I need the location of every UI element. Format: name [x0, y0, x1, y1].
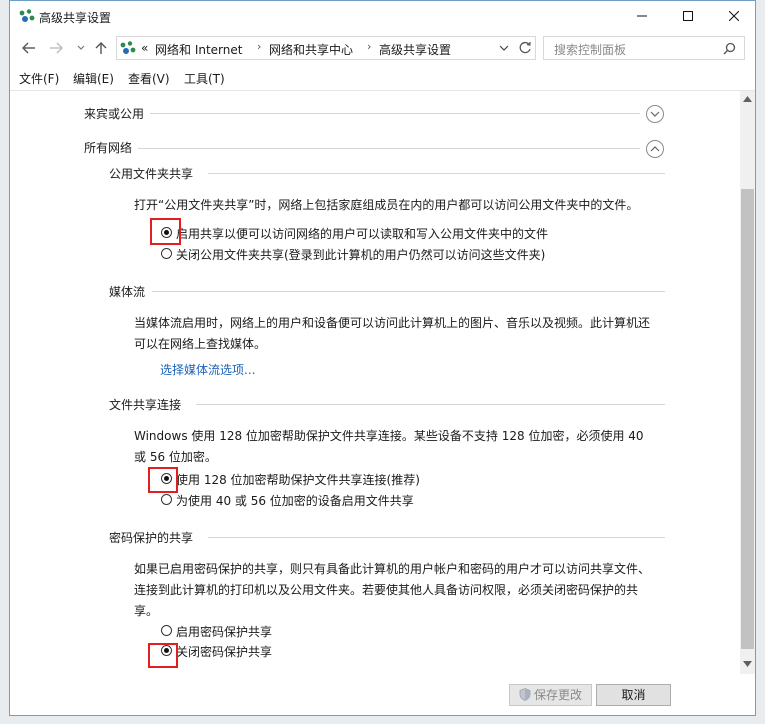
address-bar[interactable]: « 网络和 Internet › 网络和共享中心 › 高级共享设置 — [116, 36, 536, 60]
breadcrumb-separator-icon[interactable]: › — [367, 40, 371, 53]
radio-unselected-icon[interactable] — [161, 625, 172, 636]
file-sharing-connections-title: 文件共享连接 — [109, 398, 182, 412]
radio-label[interactable]: 关闭公用文件夹共享(登录到此计算机的用户仍然可以访问这些文件夹) — [176, 246, 545, 263]
search-placeholder: 搜索控制面板 — [554, 43, 627, 57]
settings-content: 来宾或公用 所有网络 公用文件夹共享 打开“公用文件夹共享”时，网络上包括家庭组… — [10, 90, 755, 715]
breadcrumb-network-internet[interactable]: 网络和 Internet — [155, 41, 242, 58]
divider — [208, 537, 665, 538]
chevron-up-icon — [650, 146, 660, 152]
close-icon — [729, 11, 739, 21]
scroll-up-arrow-icon[interactable] — [743, 96, 752, 102]
radio-selected-icon[interactable] — [161, 645, 172, 656]
menu-bar: 文件(F) 编辑(E) 查看(V) 工具(T) — [10, 67, 755, 89]
menu-tools[interactable]: 工具(T) — [184, 70, 225, 87]
back-arrow-icon[interactable] — [20, 39, 38, 57]
shield-icon — [519, 688, 531, 701]
password-sharing-description: 如果已启用密码保护的共享，则只有具备此计算机的用户帐户和密码的用户才可以访问共享… — [134, 562, 651, 618]
password-sharing-title: 密码保护的共享 — [109, 531, 194, 545]
public-folder-description: 打开“公用文件夹共享”时，网络上包括家庭组成员在内的用户都可以访问公用文件夹中的… — [134, 198, 639, 212]
history-dropdown-icon[interactable] — [72, 39, 90, 57]
menu-file[interactable]: 文件(F) — [19, 70, 59, 87]
section-guest-public-title: 来宾或公用 — [84, 107, 145, 121]
radio-label[interactable]: 为使用 40 或 56 位加密的设备启用文件共享 — [176, 492, 414, 509]
minimize-button[interactable] — [619, 1, 665, 31]
chevron-down-icon — [650, 111, 660, 117]
search-icon[interactable] — [723, 42, 736, 55]
up-arrow-icon[interactable] — [92, 39, 110, 57]
window-title: 高级共享设置 — [39, 11, 112, 25]
breadcrumb-network-sharing-center[interactable]: 网络和共享中心 — [269, 41, 353, 58]
section-all-networks-title: 所有网络 — [84, 141, 133, 155]
search-input[interactable]: 搜索控制面板 — [543, 36, 745, 60]
save-changes-button[interactable]: 保存更改 — [509, 684, 592, 706]
maximize-icon — [683, 11, 693, 21]
radio-unselected-icon[interactable] — [161, 248, 172, 259]
vertical-scrollbar[interactable] — [740, 91, 755, 674]
breadcrumb-overflow[interactable]: « — [141, 41, 148, 55]
divider — [196, 404, 665, 405]
breadcrumb-separator-icon[interactable]: › — [257, 40, 261, 53]
public-folder-sharing-title: 公用文件夹共享 — [109, 167, 194, 181]
refresh-icon[interactable] — [517, 40, 533, 56]
divider — [150, 113, 640, 114]
divider — [138, 148, 640, 149]
network-icon — [120, 41, 136, 54]
expand-guest-button[interactable] — [646, 105, 664, 123]
title-bar[interactable]: 高级共享设置 — [10, 1, 755, 31]
radio-label[interactable]: 启用密码保护共享 — [176, 623, 272, 640]
footer-buttons: 保存更改 取消 — [10, 675, 755, 715]
radio-unselected-icon[interactable] — [161, 494, 172, 505]
menu-edit[interactable]: 编辑(E) — [73, 70, 114, 87]
chevron-down-icon[interactable] — [499, 41, 509, 55]
radio-selected-icon[interactable] — [161, 227, 172, 238]
media-streaming-title: 媒体流 — [109, 285, 146, 299]
save-changes-label: 保存更改 — [533, 688, 582, 702]
radio-label[interactable]: 使用 128 位加密帮助保护文件共享连接(推荐) — [176, 471, 420, 488]
scrollbar-thumb[interactable] — [741, 189, 754, 649]
radio-selected-icon[interactable] — [161, 473, 172, 484]
menu-view[interactable]: 查看(V) — [128, 70, 170, 87]
divider — [208, 173, 665, 174]
maximize-button[interactable] — [665, 1, 711, 31]
collapse-all-networks-button[interactable] — [646, 140, 664, 158]
network-icon — [19, 9, 35, 22]
close-button[interactable] — [711, 1, 755, 31]
media-streaming-description: 当媒体流启用时，网络上的用户和设备便可以访问此计算机上的图片、音乐以及视频。此计… — [134, 316, 651, 351]
radio-label[interactable]: 关闭密码保护共享 — [176, 643, 272, 660]
divider — [152, 291, 665, 292]
file-sharing-description: Windows 使用 128 位加密帮助保护文件共享连接。某些设备不支持 128… — [134, 429, 644, 464]
navigation-bar: « 网络和 Internet › 网络和共享中心 › 高级共享设置 搜索控制面板 — [10, 34, 755, 62]
media-streaming-options-link[interactable]: 选择媒体流选项... — [160, 361, 255, 378]
cancel-button[interactable]: 取消 — [596, 684, 671, 706]
scroll-down-arrow-icon[interactable] — [743, 661, 752, 667]
forward-arrow-icon[interactable] — [47, 39, 65, 57]
radio-label[interactable]: 启用共享以便可以访问网络的用户可以读取和写入公用文件夹中的文件 — [176, 225, 548, 242]
window: 高级共享设置 « 网络和 Internet › 网络和共享中心 › 高级共享设置… — [9, 0, 756, 716]
minimize-icon — [637, 15, 647, 17]
breadcrumb-advanced-sharing[interactable]: 高级共享设置 — [379, 41, 451, 58]
